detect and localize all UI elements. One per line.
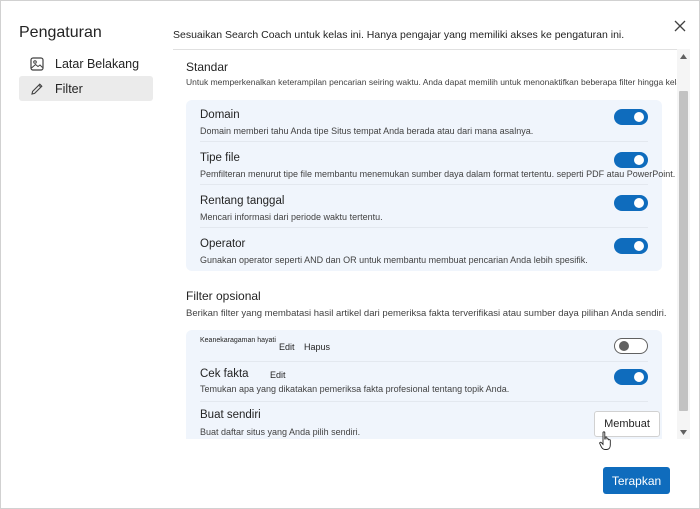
- divider: [200, 141, 648, 142]
- date-range-toggle[interactable]: [614, 195, 648, 211]
- operator-toggle[interactable]: [614, 238, 648, 254]
- sidebar-item-label: Latar Belakang: [55, 56, 140, 71]
- image-icon: [29, 56, 45, 72]
- close-icon: [674, 19, 686, 37]
- caret-down-icon: [680, 429, 687, 435]
- optional-filters-card: Keanekaragaman hayati Edit Hapus Cek fak…: [186, 330, 662, 439]
- filter-title: Domain: [200, 109, 240, 121]
- filter-description: Buat daftar situs yang Anda pilih sendir…: [200, 427, 361, 437]
- filter-description: Pemfilteran menurut tipe file membantu m…: [200, 169, 676, 179]
- biodiversity-toggle[interactable]: [614, 338, 648, 354]
- filter-title: Tipe file: [200, 152, 240, 164]
- standard-filters-card: Domain Domain memberi tahu Anda tipe Sit…: [186, 100, 675, 271]
- domain-toggle[interactable]: [614, 109, 648, 125]
- fact-check-toggle[interactable]: [614, 369, 648, 385]
- header-description: Sesuaikan Search Coach untuk kelas ini. …: [173, 29, 625, 41]
- divider: [200, 184, 648, 185]
- filter-title: Cek fakta: [200, 368, 249, 380]
- file-type-toggle[interactable]: [614, 152, 648, 168]
- close-button[interactable]: [671, 19, 689, 37]
- scrollbar[interactable]: [677, 49, 690, 439]
- filter-description: Domain memberi tahu Anda tipe Situs temp…: [200, 126, 534, 136]
- toggle-knob: [619, 341, 629, 351]
- filter-title: Buat sendiri: [200, 409, 261, 421]
- divider: [200, 361, 648, 362]
- sidebar-item-background[interactable]: Latar Belakang: [19, 51, 153, 76]
- caret-up-icon: [680, 53, 687, 59]
- filter-description: Gunakan operator seperti AND dan OR untu…: [200, 255, 588, 265]
- scroll-up-arrow[interactable]: [677, 49, 690, 63]
- delete-link[interactable]: Hapus: [304, 342, 330, 352]
- filter-title: Operator: [200, 238, 246, 250]
- optional-section-description: Berikan filter yang membatasi hasil arti…: [186, 308, 667, 319]
- toggle-knob: [634, 112, 644, 122]
- hand-cursor-icon: [599, 431, 615, 451]
- apply-button[interactable]: Terapkan: [603, 467, 670, 494]
- pencil-icon: [29, 81, 45, 97]
- sidebar-title: Pengaturan: [19, 24, 102, 41]
- scrollbar-thumb[interactable]: [679, 91, 688, 411]
- edit-link[interactable]: Edit: [279, 342, 295, 352]
- filter-title: Keanekaragaman hayati: [200, 337, 276, 344]
- settings-dialog: Pengaturan Latar Belakang Filter Sesuaik…: [0, 0, 700, 509]
- toggle-knob: [634, 372, 644, 382]
- standard-section-title: Standar: [186, 60, 229, 74]
- standard-section-description: Untuk memperkenalkan keterampilan pencar…: [186, 77, 690, 87]
- optional-section-title: Filter opsional: [186, 289, 261, 303]
- filter-description: Mencari informasi dari periode waktu ter…: [200, 212, 383, 222]
- divider: [200, 401, 648, 402]
- filter-description: Temukan apa yang dikatakan pemeriksa fak…: [200, 384, 510, 394]
- toggle-knob: [634, 241, 644, 251]
- toggle-knob: [634, 155, 644, 165]
- filter-settings-panel[interactable]: Standar Untuk memperkenalkan keterampila…: [173, 49, 690, 439]
- sidebar-item-filter[interactable]: Filter: [19, 76, 153, 101]
- sidebar-item-label: Filter: [55, 81, 83, 96]
- edit-link[interactable]: Edit: [270, 370, 286, 380]
- divider: [200, 227, 648, 228]
- toggle-knob: [634, 198, 644, 208]
- sidebar: Pengaturan Latar Belakang Filter: [1, 1, 163, 509]
- filter-title: Rentang tanggal: [200, 195, 285, 207]
- scroll-down-arrow[interactable]: [677, 425, 690, 439]
